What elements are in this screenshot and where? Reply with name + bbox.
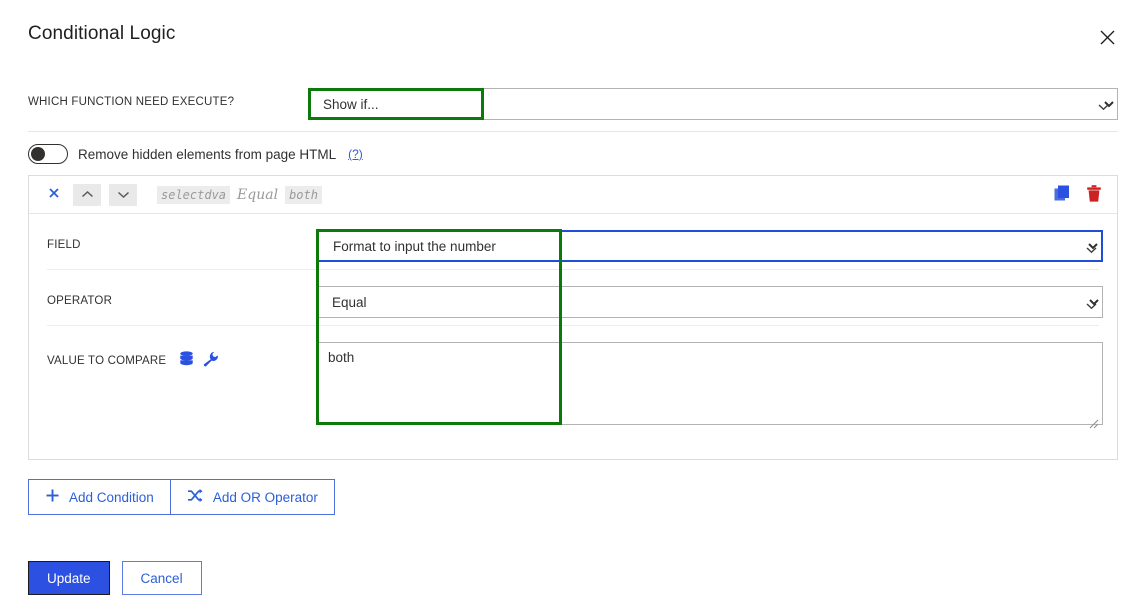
page-title: Conditional Logic (28, 23, 176, 44)
function-label: WHICH FUNCTION NEED EXECUTE? (28, 96, 235, 108)
condition-header: selectdva Equal both (29, 176, 1117, 214)
add-or-operator-label: Add OR Operator (212, 489, 318, 505)
shuffle-icon (187, 488, 204, 506)
condition-actions (1051, 184, 1105, 206)
duplicate-condition-button[interactable] (1051, 184, 1073, 206)
update-button[interactable]: Update (28, 561, 110, 595)
value-to-compare-row: VALUE TO COMPARE (29, 326, 1117, 446)
dialog-header: Conditional Logic (0, 0, 1142, 62)
trash-icon (1085, 184, 1103, 206)
close-icon (48, 186, 60, 203)
operator-label: OPERATOR (47, 295, 113, 307)
add-condition-label: Add Condition (69, 489, 154, 505)
move-condition-down-button[interactable] (109, 183, 137, 206)
chevron-down-icon (117, 187, 130, 202)
condition-summary: selectdva Equal both (157, 185, 322, 204)
database-icon[interactable] (179, 351, 194, 370)
divider (28, 131, 1118, 132)
operator-select[interactable]: Equal (317, 286, 1103, 318)
add-condition-button[interactable]: Add Condition (28, 479, 171, 515)
close-icon (1098, 28, 1117, 47)
copy-icon (1053, 184, 1072, 206)
plus-icon (45, 488, 60, 506)
field-select[interactable]: Format to input the number (317, 230, 1103, 262)
move-condition-up-button[interactable] (73, 183, 101, 206)
cancel-button[interactable]: Cancel (121, 561, 202, 595)
operator-row: OPERATOR Equal (29, 270, 1117, 326)
field-row: FIELD Format to input the number (29, 214, 1117, 270)
wrench-icon[interactable] (203, 351, 219, 370)
value-to-compare-text: VALUE TO COMPARE (47, 355, 167, 367)
toggle-knob (31, 147, 45, 161)
toggle-label: Remove hidden elements from page HTML (78, 146, 337, 162)
delete-condition-button[interactable] (1083, 184, 1105, 206)
add-or-operator-button[interactable]: Add OR Operator (170, 479, 335, 515)
field-label: FIELD (47, 239, 81, 251)
add-button-group: Add Condition Add OR Operator (28, 479, 335, 515)
value-to-compare-label: VALUE TO COMPARE (47, 351, 219, 370)
close-button[interactable] (1090, 20, 1124, 54)
dialog-footer: Update Cancel (28, 561, 202, 595)
summary-value: both (285, 185, 322, 204)
chevron-up-icon (81, 187, 94, 202)
function-select[interactable]: Show if... (308, 88, 1118, 120)
help-link[interactable]: (?) (348, 147, 363, 161)
condition-card: selectdva Equal both FIELD Format to inp… (28, 175, 1118, 460)
value-to-compare-textarea[interactable] (317, 342, 1103, 425)
remove-hidden-toggle-row: Remove hidden elements from page HTML (?… (28, 144, 363, 164)
summary-operator: Equal (237, 186, 279, 203)
remove-hidden-toggle[interactable] (28, 144, 68, 164)
summary-field: selectdva (157, 185, 231, 204)
condition-collapse-button[interactable] (43, 184, 65, 206)
